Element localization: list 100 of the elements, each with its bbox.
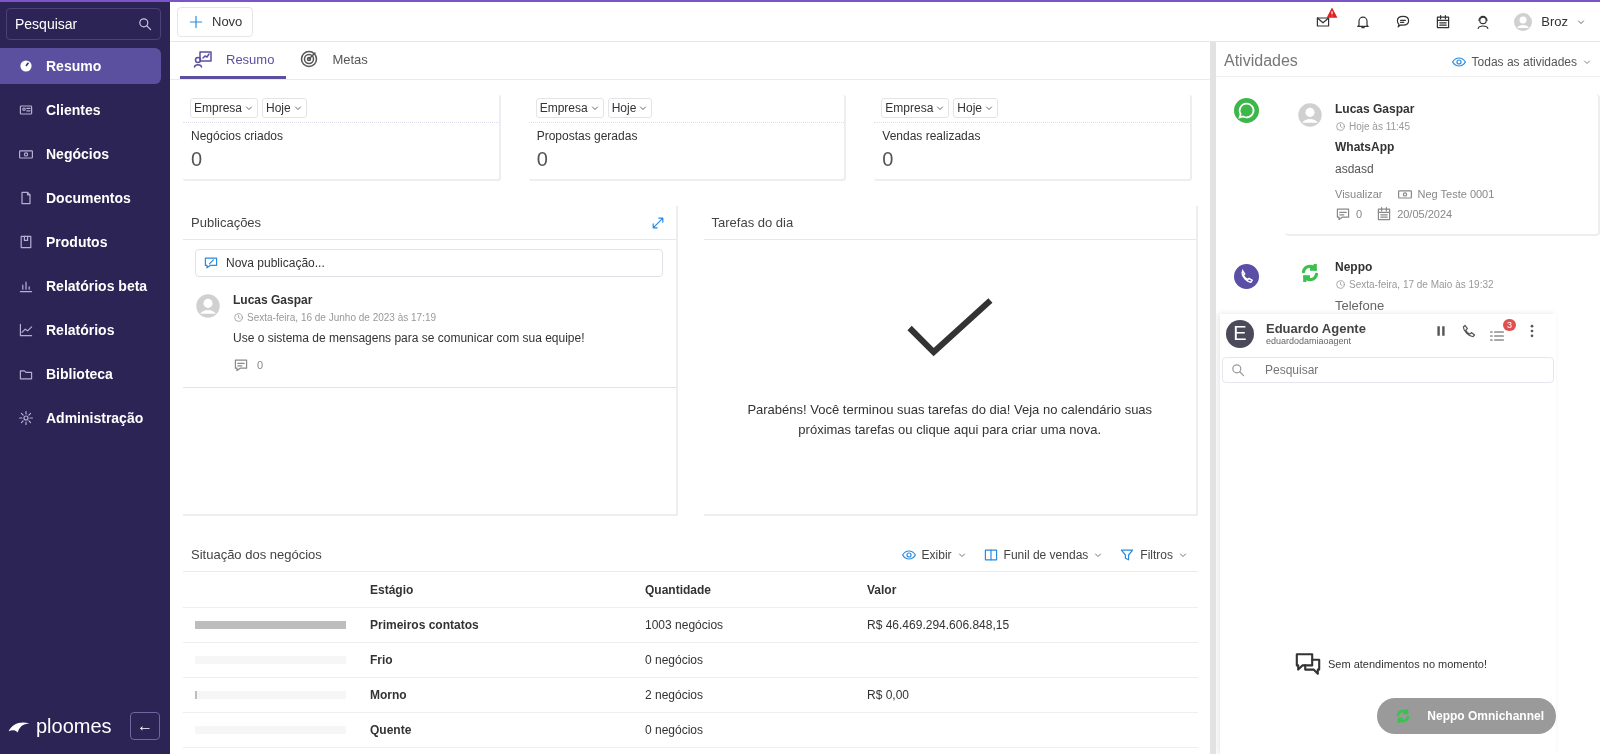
avatar-icon — [195, 293, 221, 319]
plus-icon — [188, 13, 204, 30]
table-cell-text: R$ 46.469.294.606.848,15 — [866, 618, 1011, 632]
panel-title: Publicações — [191, 215, 262, 230]
new-post-field[interactable]: Nova publicação... — [195, 249, 663, 277]
author-name: Lucas Gaspar — [1335, 102, 1416, 116]
user-menu[interactable]: Broz — [1513, 11, 1586, 32]
dropdown[interactable]: Hoje — [607, 98, 653, 118]
clock-icon — [1335, 279, 1346, 290]
panel-title: Atividades — [1224, 52, 1298, 70]
sidebar-item[interactable]: Clientes — [0, 92, 161, 128]
comment-icon — [233, 357, 249, 373]
comment-icon — [1335, 206, 1351, 222]
activity-type: Telefone — [1335, 298, 1386, 313]
toolbar-dropdown[interactable]: Exibir — [900, 546, 967, 563]
dropdown[interactable]: Empresa — [190, 98, 259, 118]
toolbar-dropdown[interactable]: Filtros — [1119, 546, 1188, 563]
sidebar-item[interactable]: Resumo — [0, 48, 161, 84]
phone-icon — [1234, 264, 1259, 289]
chevron-icon — [244, 103, 255, 113]
empty-message: Sem atendimentos no momento! — [1328, 658, 1487, 670]
id-card-icon — [18, 102, 34, 118]
stat-label: Propostas geradas — [536, 129, 639, 143]
phone-icon — [1461, 323, 1477, 339]
collapse-button[interactable]: ← — [130, 712, 160, 740]
avatar-icon — [1513, 11, 1534, 32]
activity-text: asdasd — [1335, 162, 1375, 176]
clock-icon — [233, 312, 244, 323]
stat-label: Vendas realizadas — [882, 129, 982, 143]
document-icon — [18, 190, 34, 206]
new-button[interactable]: Novo — [177, 6, 254, 37]
chevron-icon — [292, 103, 303, 113]
sidebar-item[interactable]: Negócios — [0, 136, 161, 172]
dropdown[interactable]: Hoje — [262, 98, 307, 118]
search-icon — [137, 16, 153, 32]
table-cell-text: 0 negócios — [644, 653, 705, 667]
column-header: Valor — [866, 582, 898, 597]
settings-icon — [18, 410, 34, 426]
table-cell-text: Quente — [369, 723, 413, 737]
box-icon — [18, 234, 34, 250]
table-cell-text: 0 negócios — [644, 723, 705, 737]
stat-value: 0 — [536, 148, 549, 171]
chevron-icon — [638, 103, 649, 113]
table-cell-text: Frio — [369, 653, 394, 667]
stat-value: 0 — [882, 148, 895, 171]
chevron-icon — [589, 103, 600, 113]
clock-icon — [1335, 121, 1346, 132]
table-cell-text: R$ 0,00 — [866, 688, 911, 702]
eye-icon — [1450, 54, 1467, 70]
stat-label: Negócios criados — [191, 129, 285, 143]
table-cell-text: 2 negócios — [644, 688, 705, 702]
dropdown[interactable]: Empresa — [881, 98, 950, 118]
tab[interactable]: Resumo — [180, 42, 287, 79]
whatsapp-icon — [1234, 98, 1259, 123]
toolbar-dropdown[interactable]: Funil de vendas — [982, 546, 1104, 563]
tab[interactable]: Metas — [286, 42, 380, 79]
sidebar-item[interactable]: Relatórios beta — [0, 268, 161, 304]
queue-button[interactable]: 3 — [1485, 319, 1516, 348]
activity-time: Sexta-feira, 17 de Maio às 19:32 — [1349, 279, 1494, 290]
alert-icon — [1326, 6, 1339, 19]
avatar: E — [1226, 319, 1254, 348]
activity-type: WhatsApp — [1335, 140, 1396, 154]
search-field[interactable]: Pesquisar — [6, 8, 161, 40]
chevron-icon — [935, 103, 946, 113]
stat-value: 0 — [191, 148, 204, 171]
table-cell-text: 1003 negócios — [644, 618, 725, 632]
dropdown[interactable]: Empresa — [535, 98, 604, 118]
column-header: Quantidade — [644, 582, 712, 597]
activity-time: Hoje às 11:45 — [1349, 121, 1410, 132]
filter-dropdown[interactable]: Todas as atividades — [1450, 54, 1592, 70]
chevron-icon — [984, 103, 995, 113]
avatar-icon — [1297, 102, 1323, 128]
calendar-icon — [1376, 206, 1393, 222]
dropdown[interactable]: Hoje — [953, 98, 999, 118]
activity-date: 20/05/2024 — [1397, 208, 1453, 220]
sidebar-item[interactable]: Produtos — [0, 224, 161, 260]
search-icon — [1230, 362, 1246, 378]
comment-count: 0 — [257, 359, 264, 371]
chevron-icon — [1582, 57, 1592, 67]
gauge-icon — [18, 58, 34, 74]
post-time: Sexta-feira, 16 de Junho de 2023 às 17:19 — [247, 312, 437, 323]
sidebar-item[interactable]: Relatórios — [0, 312, 161, 348]
line-chart-icon — [18, 322, 34, 338]
column-header: Estágio — [369, 582, 415, 597]
chat-bubble-icon — [1395, 13, 1412, 30]
comment-count: 0 — [1356, 208, 1363, 220]
panel-title: Situação dos negócios — [191, 547, 322, 562]
logo: ploomes — [6, 713, 112, 739]
chat-edit-icon — [203, 255, 219, 271]
author-name: Lucas Gaspar — [233, 293, 314, 307]
view-link[interactable]: Visualizar — [1335, 188, 1383, 200]
author-name: Neppo — [1335, 260, 1374, 274]
table-cell-text: Primeiros contatos — [369, 618, 480, 632]
sidebar-item[interactable]: Biblioteca — [0, 356, 161, 392]
count-badge: 3 — [1503, 319, 1516, 331]
list-icon — [1489, 328, 1505, 344]
sidebar-item[interactable]: Administração — [0, 400, 161, 436]
presentation-icon — [192, 49, 214, 69]
sidebar-item[interactable]: Documentos — [0, 180, 161, 216]
table-cell-text: Morno — [369, 688, 408, 702]
